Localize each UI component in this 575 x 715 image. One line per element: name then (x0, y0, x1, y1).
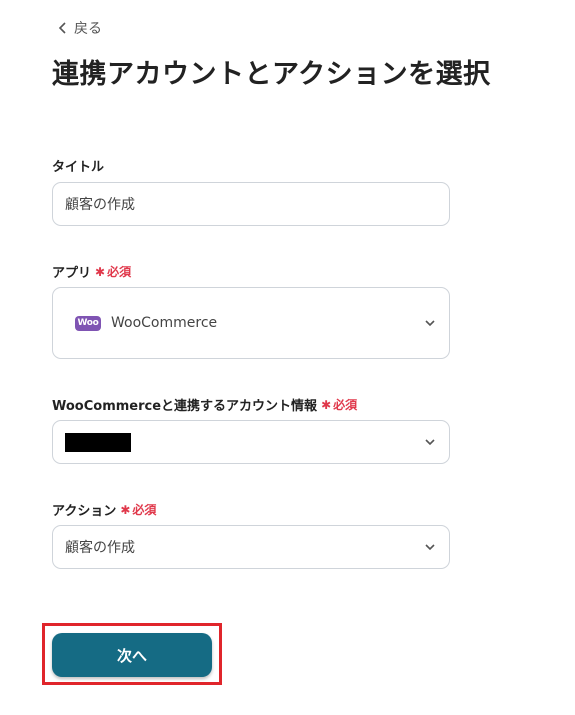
title-label: タイトル (52, 156, 104, 175)
account-label: WooCommerceと連携するアカウント情報 ✱ 必須 (52, 395, 357, 415)
back-link[interactable]: 戻る (58, 18, 102, 38)
woocommerce-logo-icon: Woo (75, 315, 101, 331)
title-label-text: タイトル (52, 160, 105, 175)
action-select[interactable]: 顧客の作成 (52, 525, 450, 569)
required-text: 必須 (333, 398, 358, 412)
back-label: 戻る (74, 21, 102, 37)
required-text: 必須 (107, 265, 132, 279)
app-select-value: WooCommerce (111, 315, 218, 331)
app-label: アプリ ✱ 必須 (52, 262, 131, 282)
asterisk-icon: ✱ (321, 397, 332, 412)
redacted-account-value (65, 432, 131, 452)
account-select[interactable] (52, 420, 450, 464)
required-badge: ✱ 必須 (95, 263, 131, 280)
action-label: アクション ✱ 必須 (52, 500, 156, 520)
asterisk-icon: ✱ (95, 264, 106, 279)
chevron-down-icon (425, 439, 435, 446)
account-label-text: WooCommerceと連携するアカウント情報 (52, 399, 318, 414)
action-label-text: アクション (52, 504, 117, 519)
required-badge: ✱ 必須 (321, 396, 357, 413)
chevron-left-icon (58, 22, 66, 34)
app-select[interactable]: Woo WooCommerce (52, 287, 450, 359)
chevron-down-icon (425, 320, 435, 327)
app-label-text: アプリ (52, 266, 92, 281)
next-button[interactable]: 次へ (52, 633, 212, 677)
required-badge: ✱ 必須 (120, 501, 156, 518)
required-text: 必須 (132, 503, 157, 517)
page-title: 連携アカウントとアクションを選択 (52, 59, 491, 90)
chevron-down-icon (425, 544, 435, 551)
title-input[interactable]: 顧客の作成 (52, 182, 450, 226)
asterisk-icon: ✱ (120, 502, 131, 517)
title-input-value: 顧客の作成 (65, 197, 135, 213)
action-select-value: 顧客の作成 (65, 540, 135, 556)
